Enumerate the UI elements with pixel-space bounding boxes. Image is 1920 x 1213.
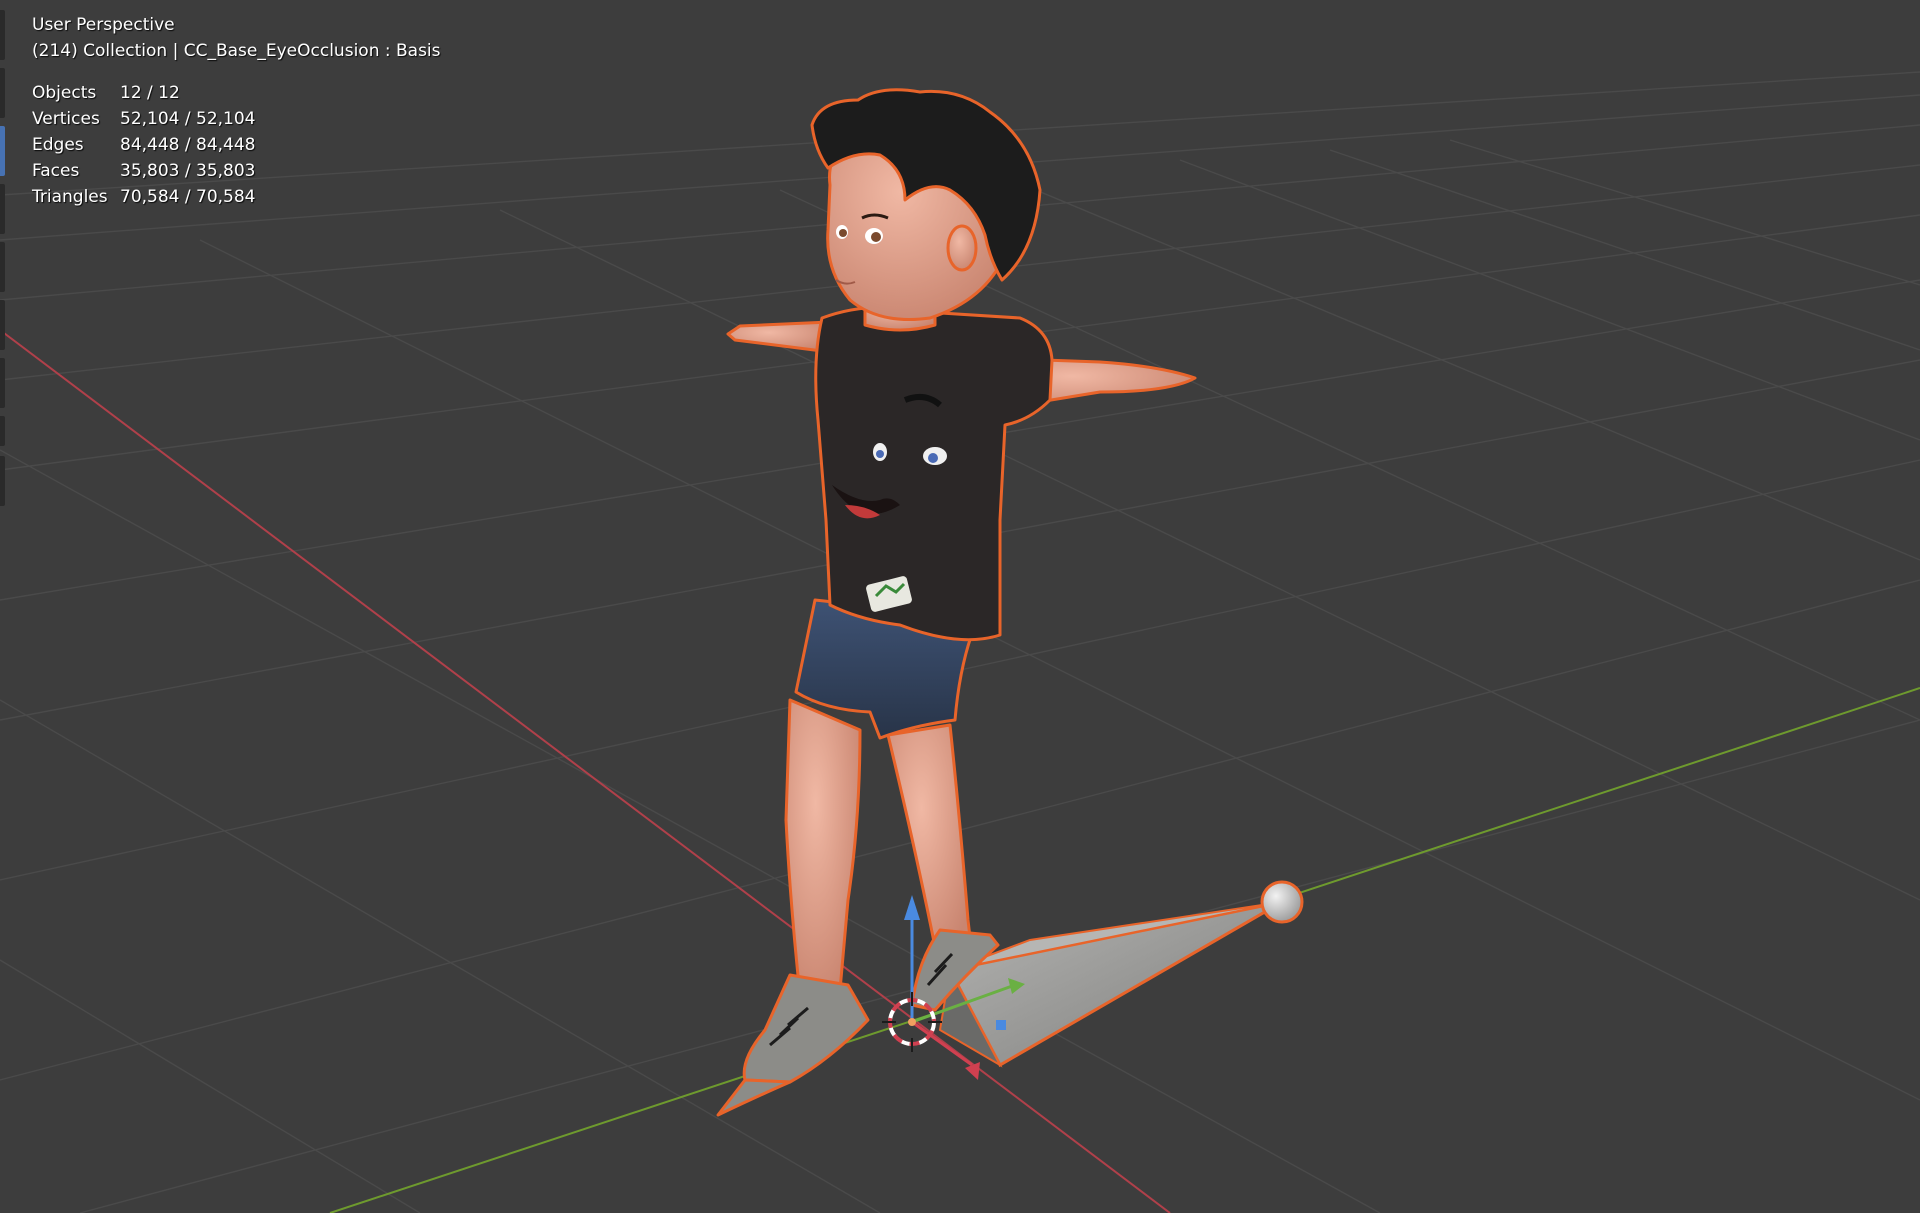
ear [946, 224, 978, 272]
stat-label: Vertices [32, 109, 100, 129]
stat-row-faces: Faces 35,803 / 35,803 [32, 158, 256, 184]
stat-row-triangles: Triangles 70,584 / 70,584 [32, 184, 256, 210]
stat-label: Faces [32, 161, 80, 181]
stat-value: 35,803 / 35,803 [120, 161, 256, 181]
stat-value: 70,584 / 70,584 [120, 187, 256, 207]
tool-button[interactable] [0, 68, 5, 118]
toolbar-strip [0, 0, 6, 520]
stat-value: 84,448 / 84,448 [120, 135, 256, 155]
scene-statistics: Objects 12 / 12 Vertices 52,104 / 52,104… [32, 80, 256, 210]
tool-button[interactable] [0, 416, 5, 446]
view-name: User Perspective [32, 15, 175, 35]
stat-row-edges: Edges 84,448 / 84,448 [32, 132, 256, 158]
left-shoe-tip [716, 1078, 792, 1117]
origin-dot [908, 1018, 916, 1026]
shirt [814, 305, 1054, 642]
stat-label: Objects [32, 83, 97, 103]
tool-button[interactable] [0, 358, 5, 408]
stat-label: Triangles [32, 187, 108, 207]
left-leg [784, 698, 862, 997]
stat-row-objects: Objects 12 / 12 [32, 80, 256, 106]
stat-label: Edges [32, 135, 84, 155]
bone-tail-sphere[interactable] [1260, 880, 1304, 924]
tool-button[interactable] [0, 300, 5, 350]
gizmo-z-arrow-icon [904, 895, 920, 920]
tool-button[interactable] [0, 184, 5, 234]
right-leg [886, 723, 974, 964]
context-line: (214) Collection | CC_Base_EyeOcclusion … [32, 41, 441, 61]
left-shoe [742, 973, 870, 1084]
armature-bone[interactable] [938, 880, 1304, 1068]
3d-viewport[interactable]: User Perspective (214) Collection | CC_B… [0, 0, 1920, 1213]
left-arm [726, 320, 832, 354]
stat-row-vertices: Vertices 52,104 / 52,104 [32, 106, 256, 132]
viewport-text-overlay: User Perspective (214) Collection | CC_B… [32, 12, 441, 210]
tool-button[interactable] [0, 10, 5, 60]
tool-button[interactable] [0, 456, 5, 506]
tool-button-active[interactable] [0, 126, 5, 176]
stat-value: 12 / 12 [120, 83, 180, 103]
stat-value: 52,104 / 52,104 [120, 109, 256, 129]
tool-button[interactable] [0, 242, 5, 292]
